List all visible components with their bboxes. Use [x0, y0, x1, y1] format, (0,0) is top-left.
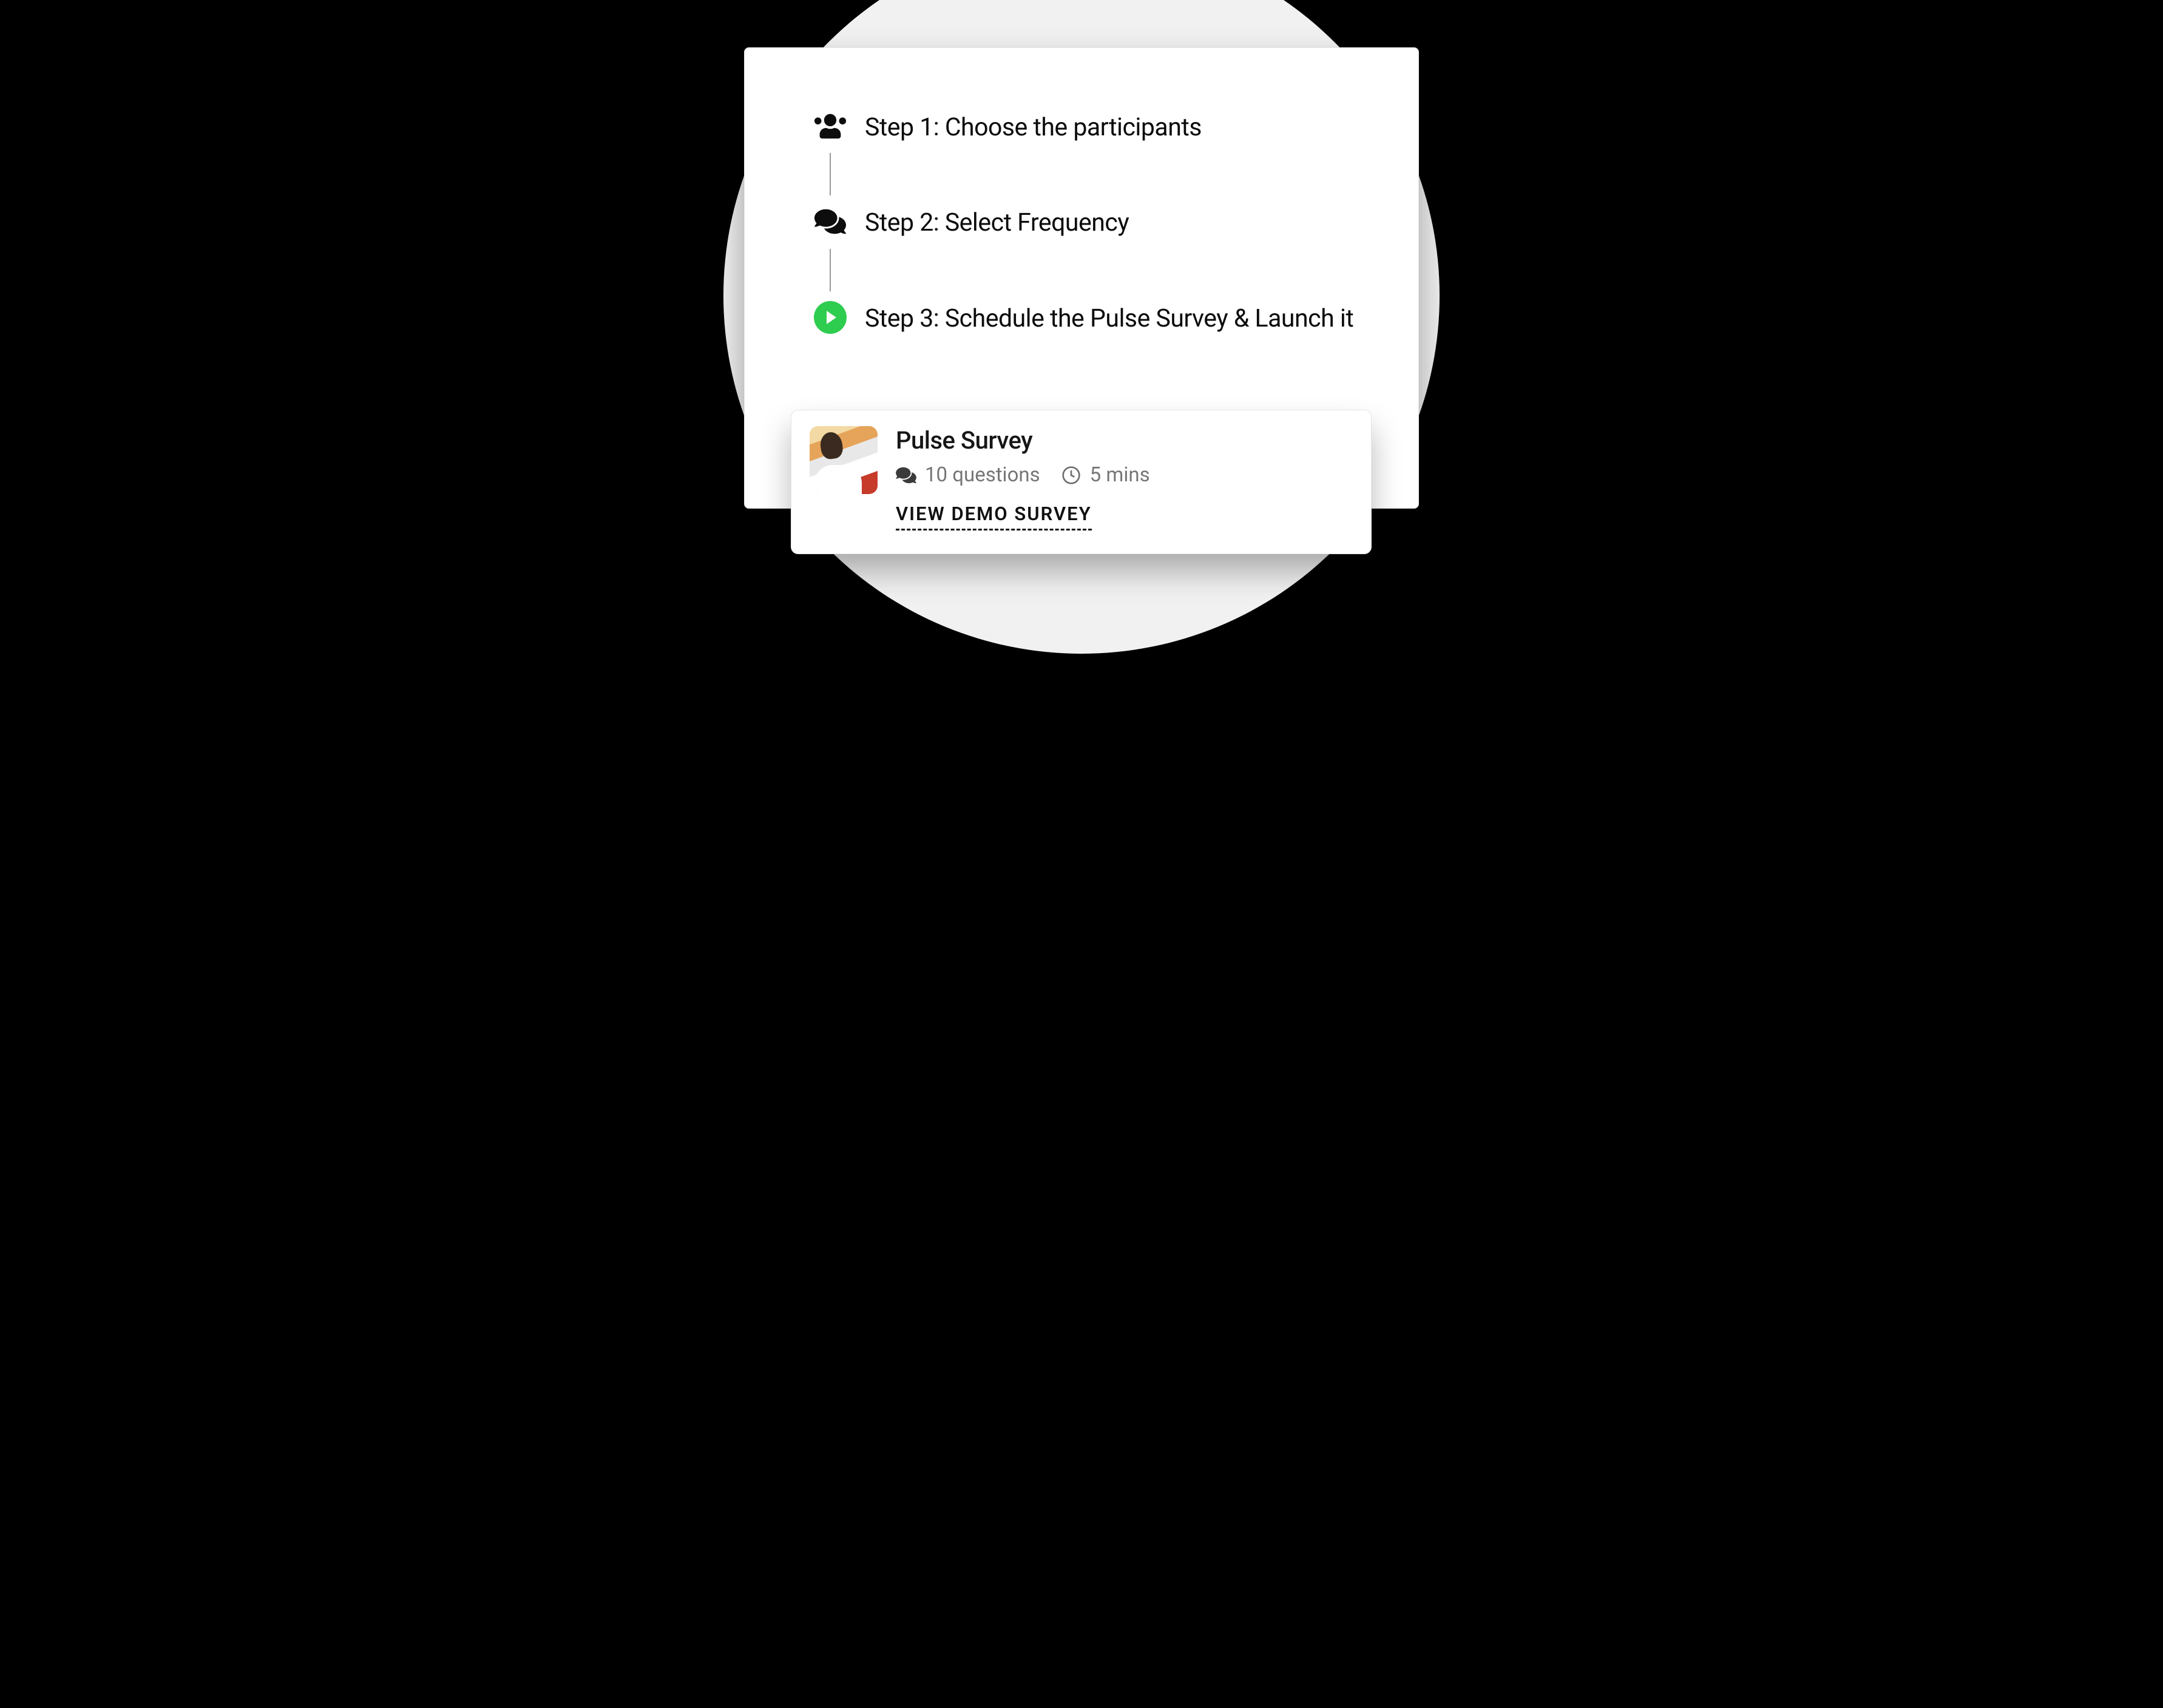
survey-body: Pulse Survey 10 questions	[896, 426, 1353, 538]
survey-thumbnail	[810, 426, 878, 494]
step-connector	[830, 153, 831, 195]
clock-icon	[1061, 465, 1082, 486]
survey-card: Pulse Survey 10 questions	[791, 410, 1372, 554]
chat-icon	[813, 204, 848, 239]
survey-duration: 5 mins	[1061, 463, 1150, 487]
view-demo-link[interactable]: VIEW DEMO SURVEY	[896, 503, 1092, 530]
survey-title: Pulse Survey	[896, 426, 1353, 455]
step-1-label: Step 1: Choose the participants	[865, 109, 1202, 144]
step-3-label: Step 3: Schedule the Pulse Survey & Laun…	[865, 300, 1353, 336]
survey-meta: 10 questions 5 mins	[896, 463, 1353, 487]
play-icon	[813, 300, 848, 335]
questions-icon	[896, 465, 916, 486]
step-1: Step 1: Choose the participants	[813, 109, 1382, 144]
step-connector	[830, 249, 831, 291]
steps-list: Step 1: Choose the participants Step 2: …	[813, 109, 1382, 336]
step-2: Step 2: Select Frequency	[813, 204, 1382, 240]
step-3: Step 3: Schedule the Pulse Survey & Laun…	[813, 300, 1382, 336]
step-2-label: Step 2: Select Frequency	[865, 204, 1129, 240]
survey-questions: 10 questions	[896, 463, 1040, 487]
survey-duration-label: 5 mins	[1090, 463, 1150, 487]
survey-questions-label: 10 questions	[925, 463, 1040, 487]
stage: Step 1: Choose the participants Step 2: …	[708, 0, 1455, 591]
users-icon	[813, 109, 848, 144]
